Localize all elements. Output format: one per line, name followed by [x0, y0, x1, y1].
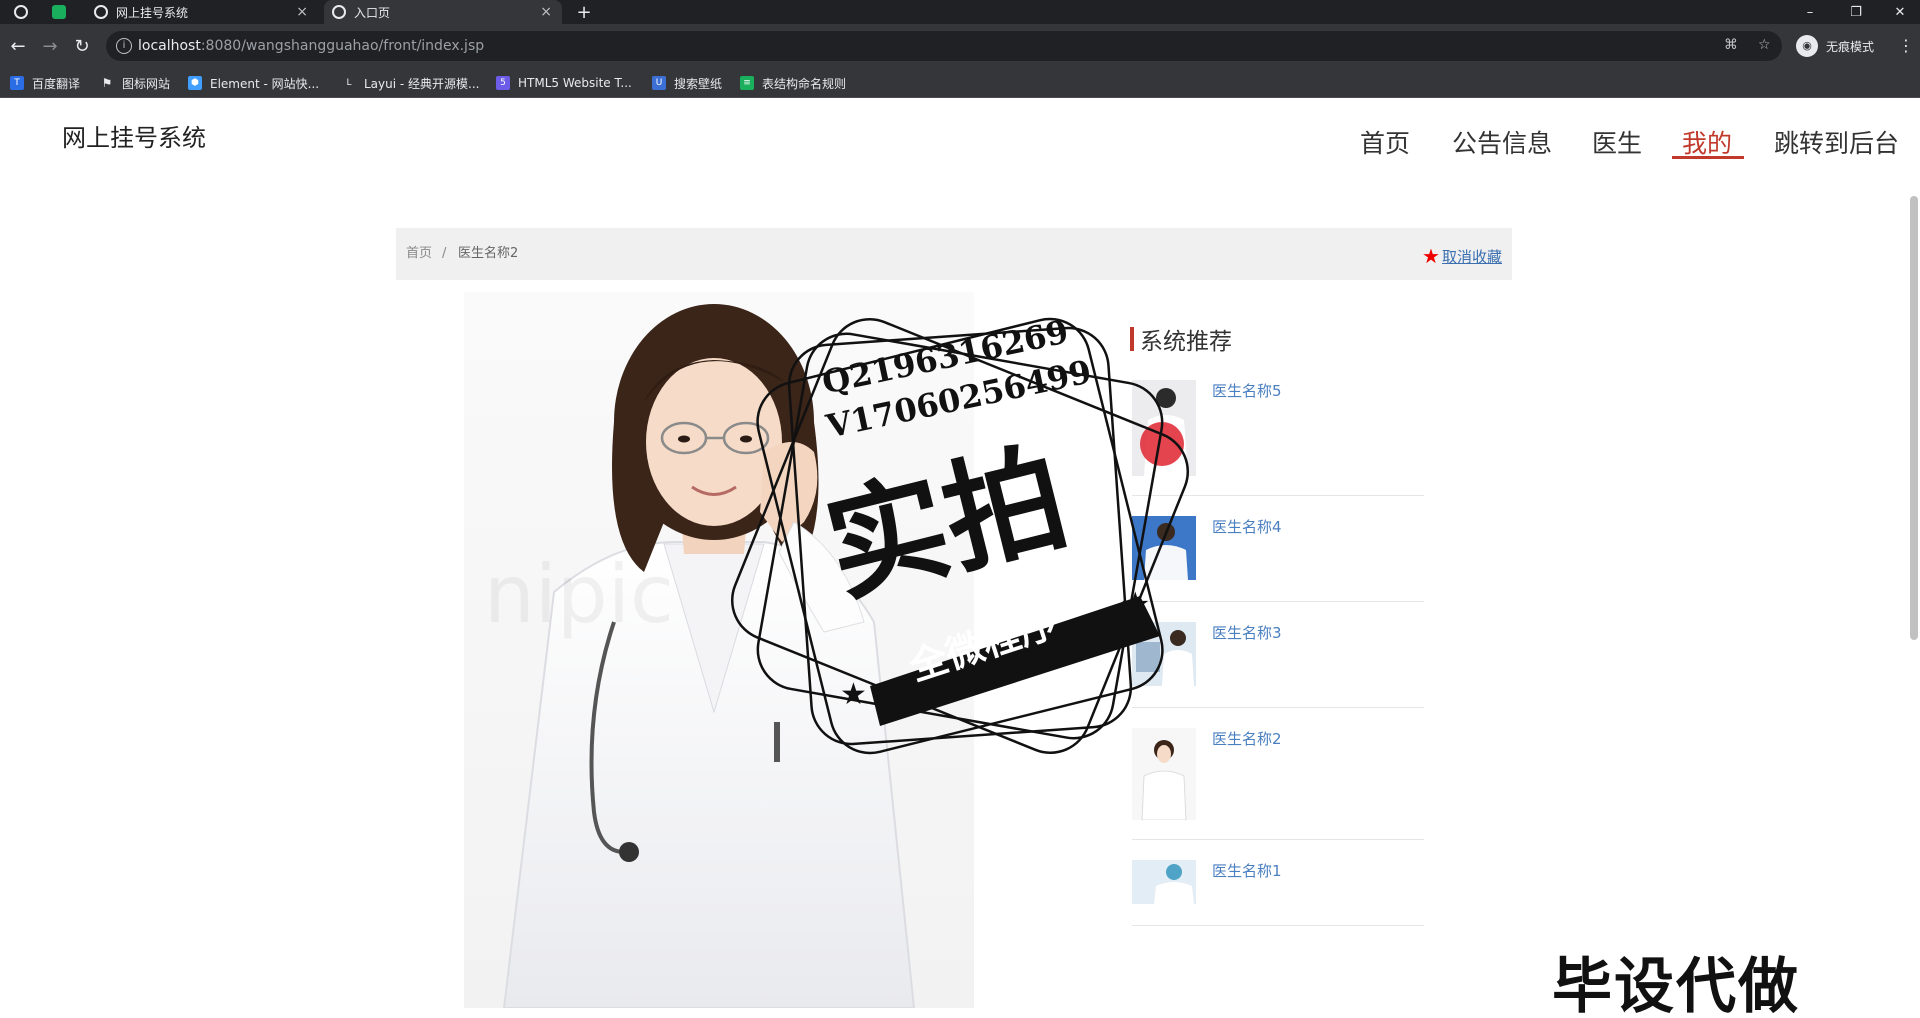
doctor-name-link[interactable]: 医生名称1 — [1212, 860, 1282, 881]
tab-entry[interactable]: 入口页 × — [324, 0, 562, 24]
breadcrumb-current: 医生名称2 — [458, 246, 519, 261]
breadcrumb-home[interactable]: 首页 — [406, 228, 432, 280]
breadcrumb: 首页 / 医生名称2 ★ 取消收藏 — [396, 228, 1512, 280]
doctor-name-link[interactable]: 医生名称3 — [1212, 622, 1282, 643]
bookmark-label: 搜索壁纸 — [674, 76, 723, 91]
incognito-icon: ◉ — [1796, 35, 1818, 57]
back-arrow-icon[interactable]: ← — [6, 34, 30, 58]
bookmark-item[interactable]: ⬢ Element - 网站快... — [188, 68, 319, 98]
bookmark-item[interactable]: 5 HTML5 Website T... — [496, 68, 632, 98]
bookmark-label: Element - 网站快... — [210, 76, 320, 91]
wallpaper-icon: U — [652, 76, 666, 90]
bookmark-label: 百度翻译 — [32, 76, 81, 91]
bookmark-star-icon[interactable]: ☆ — [1758, 37, 1771, 53]
bookmark-label: 表结构命名规则 — [762, 76, 847, 91]
doctor-name-link[interactable]: 医生名称5 — [1212, 380, 1282, 401]
incognito-label: 无痕模式 — [1826, 39, 1875, 54]
doctor-thumbnail[interactable] — [1132, 516, 1196, 580]
html5-icon: 5 — [496, 76, 510, 90]
breadcrumb-separator: / — [442, 246, 447, 261]
layui-icon: L — [346, 78, 352, 88]
url-host: localhost — [138, 38, 201, 54]
tab-pinned-2[interactable] — [52, 0, 74, 24]
doctor-name-link[interactable]: 医生名称4 — [1212, 516, 1282, 537]
doctor-thumbnail[interactable] — [1132, 728, 1196, 820]
address-bar[interactable]: i localhost:8080/wangshangguahao/front/i… — [106, 31, 1782, 61]
doctor-illustration: nipic — [484, 304, 916, 1008]
tab-close-icon[interactable]: × — [540, 4, 552, 20]
bookmark-item[interactable]: U 搜索壁纸 — [652, 68, 722, 98]
bookmarks-bar: T 百度翻译 ⚑ 图标网站 ⬢ Element - 网站快... L Layui - 经… — [0, 68, 1920, 98]
doctor-photo: nipic — [464, 292, 974, 1008]
unfavorite-button[interactable]: ★ 取消收藏 — [1422, 244, 1502, 268]
tab-title: 入口页 — [354, 5, 391, 20]
bookmark-label: 图标网站 — [122, 76, 171, 91]
incognito-profile[interactable]: ◉ 无痕模式 — [1796, 33, 1874, 59]
menu-kebab-icon[interactable]: ⋮ — [1898, 36, 1914, 55]
window-close-button[interactable]: ✕ — [1878, 0, 1920, 24]
page-scrollbar[interactable] — [1910, 196, 1918, 640]
list-item[interactable]: 医生名称1 — [1132, 860, 1424, 926]
doctor-thumb-illustration — [1132, 860, 1196, 904]
doctor-thumb-illustration — [1132, 622, 1196, 686]
recommend-title: 系统推荐 — [1130, 322, 1232, 356]
site-title[interactable]: 网上挂号系统 — [62, 118, 206, 153]
globe-icon — [332, 5, 346, 19]
doctor-thumb-illustration — [1132, 728, 1196, 820]
nav-active-underline — [1672, 156, 1744, 159]
element-icon: ⬢ — [188, 76, 202, 90]
tab-pinned-1[interactable] — [14, 0, 36, 24]
corner-watermark: 毕设代做 — [1552, 952, 1800, 1018]
title-accent-bar — [1130, 327, 1134, 351]
nav-backend[interactable]: 跳转到后台 — [1774, 124, 1899, 160]
bookmark-label: HTML5 Website T... — [518, 76, 632, 90]
url-path: :8080/wangshangguahao/front/index.jsp — [200, 38, 485, 54]
unfavorite-label: 取消收藏 — [1441, 247, 1502, 266]
sheet-icon — [52, 5, 66, 19]
bookmark-item[interactable]: T 百度翻译 — [10, 68, 80, 98]
list-item[interactable]: 医生名称5 — [1132, 380, 1424, 496]
svg-text:nipic: nipic — [484, 548, 674, 641]
doctor-thumbnail[interactable] — [1132, 622, 1196, 686]
globe-icon — [14, 5, 28, 19]
minimize-button[interactable]: – — [1788, 0, 1832, 24]
list-item[interactable]: 医生名称3 — [1132, 622, 1424, 708]
doctor-thumb-illustration — [1132, 516, 1196, 580]
site-info-icon[interactable]: i — [116, 38, 132, 54]
globe-icon — [94, 5, 108, 19]
recommend-title-text: 系统推荐 — [1140, 329, 1232, 355]
bookmark-item[interactable]: ⚑ 图标网站 — [100, 68, 170, 98]
translate-icon[interactable]: ⌘ — [1724, 37, 1738, 53]
restore-button[interactable]: ❐ — [1834, 0, 1878, 24]
flag-icon: ⚑ — [101, 76, 113, 90]
star-icon: ★ — [1422, 244, 1440, 268]
sheet-icon: ≡ — [740, 76, 754, 90]
nav-home[interactable]: 首页 — [1360, 124, 1410, 160]
nav-mine[interactable]: 我的 — [1682, 124, 1732, 160]
forward-arrow-icon[interactable]: → — [38, 34, 62, 58]
doctor-thumbnail[interactable] — [1132, 860, 1196, 904]
browser-toolbar: ← → ↻ i localhost:8080/wangshangguahao/f… — [0, 24, 1920, 68]
tab-wangshang[interactable]: 网上挂号系统 × — [86, 0, 318, 24]
doctor-thumb-illustration — [1132, 380, 1196, 476]
browser-tab-bar: 网上挂号系统 × 入口页 × + – ❐ ✕ — [0, 0, 1920, 24]
bookmark-label: Layui - 经典开源模... — [364, 76, 480, 91]
baidu-translate-icon: T — [10, 76, 24, 90]
tab-title: 网上挂号系统 — [116, 5, 189, 20]
tab-close-icon[interactable]: × — [296, 4, 308, 20]
doctor-thumbnail[interactable] — [1132, 380, 1196, 476]
new-tab-button[interactable]: + — [572, 0, 596, 24]
list-item[interactable]: 医生名称4 — [1132, 516, 1424, 602]
reload-icon[interactable]: ↻ — [70, 34, 94, 58]
bookmark-item[interactable]: ≡ 表结构命名规则 — [740, 68, 846, 98]
doctor-name-link[interactable]: 医生名称2 — [1212, 728, 1282, 749]
nav-notices[interactable]: 公告信息 — [1452, 124, 1552, 160]
list-item[interactable]: 医生名称2 — [1132, 728, 1424, 840]
bookmark-item[interactable]: L Layui - 经典开源模... — [342, 68, 479, 98]
nav-doctors[interactable]: 医生 — [1592, 124, 1642, 160]
url-text[interactable]: localhost:8080/wangshangguahao/front/ind… — [138, 31, 484, 61]
